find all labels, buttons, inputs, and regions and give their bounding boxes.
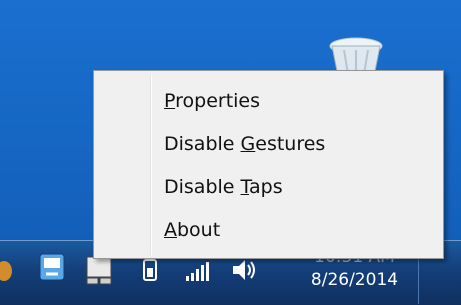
network-signal-icon[interactable] — [184, 260, 212, 284]
menu-item-label: Disable Gestures — [164, 133, 326, 155]
menu-item-properties[interactable]: Properties — [97, 81, 440, 121]
menu-item-about[interactable]: About — [97, 210, 440, 250]
menu-item-disable-taps[interactable]: Disable Taps — [97, 167, 440, 207]
touchpad-icon[interactable] — [83, 255, 117, 289]
context-menu: Properties Disable Gestures Disable Taps… — [93, 70, 444, 259]
menu-item-label: Properties — [164, 90, 261, 112]
volume-icon[interactable] — [230, 256, 260, 284]
partial-tray-icon[interactable] — [0, 256, 14, 286]
clock-date: 8/26/2014 — [310, 270, 399, 290]
menu-item-label: About — [164, 219, 221, 241]
battery-icon[interactable] — [141, 258, 161, 284]
menu-item-disable-gestures[interactable]: Disable Gestures — [97, 124, 440, 164]
app-icon[interactable] — [38, 252, 68, 284]
menu-item-label: Disable Taps — [164, 176, 283, 198]
